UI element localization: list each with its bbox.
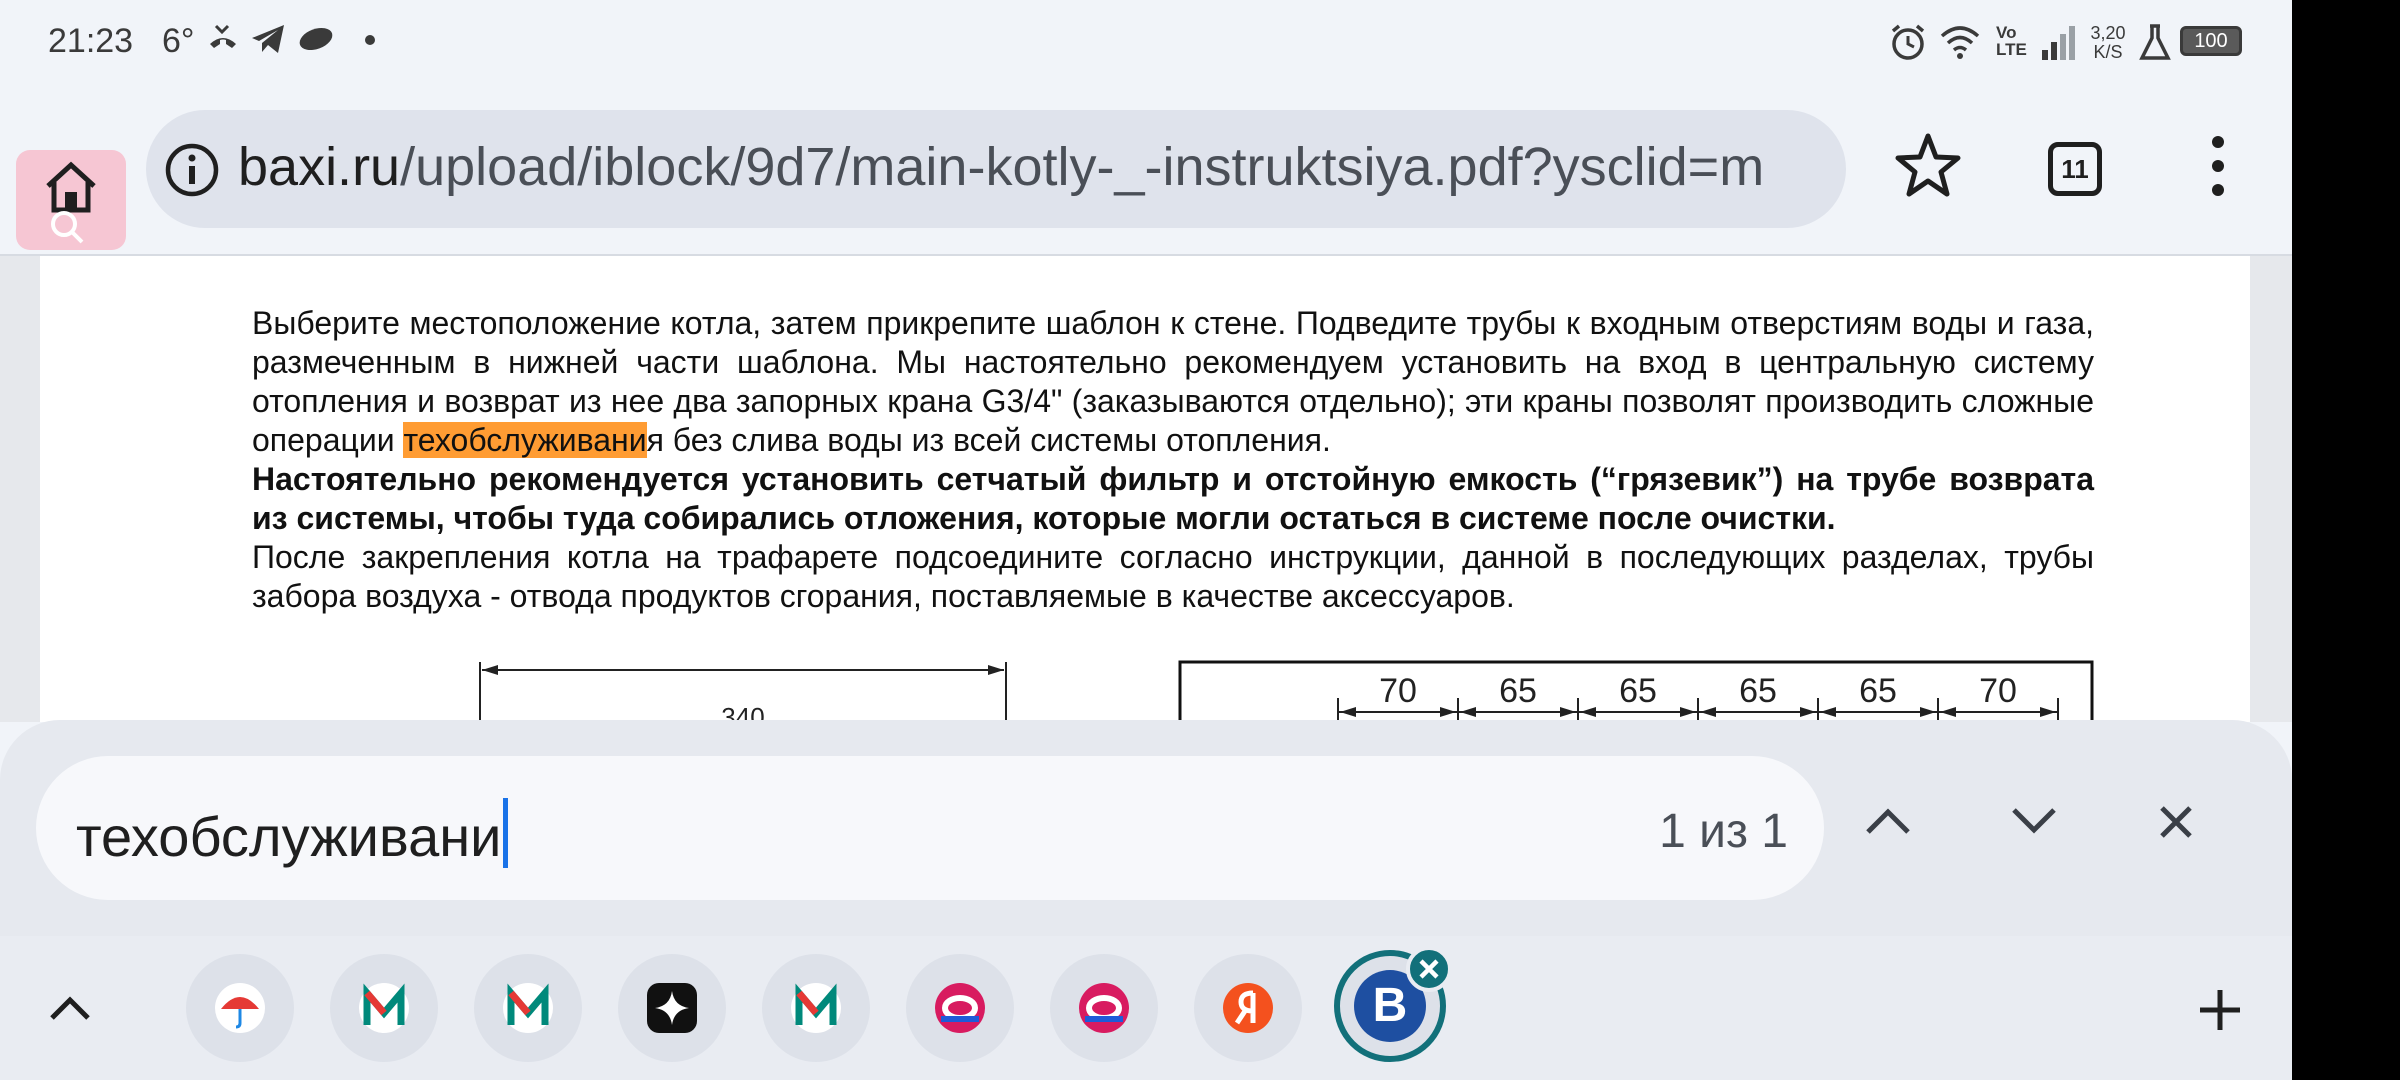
tab-icon-m-2[interactable] xyxy=(474,954,582,1062)
umbrella-icon xyxy=(221,997,259,1029)
find-input-field[interactable]: техобслуживани 1 из 1 xyxy=(36,756,1824,900)
phone-screen: 21:23 6° Vo LTE 3,20 K/S 100 baxi.ru/upl… xyxy=(0,0,2292,1080)
tab-icon-umbrella[interactable] xyxy=(186,954,294,1062)
dimension-label: 70 xyxy=(1379,672,1417,710)
dimension-arrow xyxy=(1580,707,1596,717)
browser-toolbar: baxi.ru/upload/iblock/9d7/main-kotly-_-i… xyxy=(0,86,2292,254)
pdf-text-block: Выберите местоположение котла, затем при… xyxy=(252,304,2094,616)
tab-icon-ring-2[interactable] xyxy=(1050,954,1158,1062)
pdf-page: Выберите местоположение котла, затем при… xyxy=(40,256,2250,722)
dimension-arrow xyxy=(2040,707,2056,717)
address-bar[interactable]: baxi.ru/upload/iblock/9d7/main-kotly-_-i… xyxy=(146,110,1846,228)
url-path: /upload/iblock/9d7/main-kotly-_-instrukt… xyxy=(400,137,1765,197)
network-speed: 3,20 K/S xyxy=(2090,23,2126,62)
battery-indicator: 100 xyxy=(2180,26,2242,56)
find-in-page-bar: техобслуживани 1 из 1 xyxy=(0,720,2292,936)
template-diagram-left: 340 xyxy=(479,662,1007,722)
signal-icon xyxy=(2042,26,2075,60)
dimension-label: 65 xyxy=(1739,672,1777,710)
dimension-label: 70 xyxy=(1979,672,2017,710)
m-logo-icon xyxy=(507,983,549,1025)
chevron-down-icon[interactable] xyxy=(2008,802,2060,838)
dimension-diagram-right: 70 65 65 65 65 70 xyxy=(1178,660,2094,722)
cloud-app-icon xyxy=(299,27,333,51)
pdf-paragraph-1: Выберите местоположение котла, затем при… xyxy=(252,305,2094,458)
ring-logo-icon xyxy=(1085,995,1123,1022)
find-query[interactable]: техобслуживани xyxy=(76,798,509,869)
status-bar: 21:23 6° Vo LTE 3,20 K/S 100 xyxy=(0,0,2292,86)
close-tab-button[interactable] xyxy=(1406,946,1452,992)
m-logo-icon xyxy=(795,983,837,1025)
tab-icon-ring-1[interactable] xyxy=(906,954,1014,1062)
alarm-icon xyxy=(1891,24,1925,60)
tab-icon-m-3[interactable] xyxy=(762,954,870,1062)
info-icon[interactable] xyxy=(164,142,220,198)
network-type: Vo LTE xyxy=(1996,23,2027,59)
m-logo-icon xyxy=(363,983,405,1025)
dimension-label: 65 xyxy=(1499,672,1537,710)
status-temperature: 6° xyxy=(162,22,195,60)
dimension-arrow xyxy=(1700,707,1716,717)
dimension-arrow xyxy=(1440,707,1456,717)
pdf-paragraph-3: После закрепления котла на трафарете под… xyxy=(252,539,2094,614)
tab-icon-sparkle[interactable] xyxy=(618,954,726,1062)
screen-edge xyxy=(2292,0,2400,1080)
search-icon xyxy=(51,211,84,244)
close-icon xyxy=(1419,959,1439,979)
add-tab-icon[interactable] xyxy=(2196,986,2244,1034)
dimension-arrow xyxy=(1800,707,1816,717)
sparkle-icon xyxy=(655,991,689,1025)
dimension-label: 65 xyxy=(1619,672,1657,710)
dimension-arrow xyxy=(1340,707,1356,717)
dimension-arrow xyxy=(1940,707,1956,717)
dimension-arrow xyxy=(1680,707,1696,717)
missed-call-icon xyxy=(210,24,236,48)
telegram-icon xyxy=(252,25,284,53)
more-menu-icon[interactable] xyxy=(2198,130,2238,202)
notification-dot-icon xyxy=(365,35,375,45)
dimension-arrow xyxy=(1820,707,1836,717)
chevron-up-icon[interactable] xyxy=(46,990,94,1026)
search-highlight: техобслуживани xyxy=(403,422,647,458)
ring-logo-icon xyxy=(941,995,979,1022)
yandex-logo-icon xyxy=(1234,990,1256,1025)
url-text[interactable]: baxi.ru/upload/iblock/9d7/main-kotly-_-i… xyxy=(238,136,1828,198)
tab-switcher-button[interactable]: 11 xyxy=(2048,142,2102,196)
pdf-paragraph-2: Настоятельно рекомендуется установить се… xyxy=(252,461,2094,536)
find-result-count: 1 из 1 xyxy=(1659,805,1788,858)
tab-icon-yandex[interactable] xyxy=(1194,954,1302,1062)
diagram-left-label: 340 xyxy=(721,702,764,722)
status-time: 21:23 xyxy=(48,22,134,60)
tab-strip: B xyxy=(0,936,2292,1080)
pdf-viewport[interactable]: Выберите местоположение котла, затем при… xyxy=(0,254,2292,722)
dimension-arrow xyxy=(1560,707,1576,717)
dimension-arrow xyxy=(1920,707,1936,717)
url-host: baxi.ru xyxy=(238,137,401,197)
chevron-up-icon[interactable] xyxy=(1862,802,1914,838)
tab-icon-m-1[interactable] xyxy=(330,954,438,1062)
close-icon[interactable] xyxy=(2154,800,2198,844)
lab-flask-icon xyxy=(2139,24,2171,60)
bookmark-star-icon[interactable] xyxy=(1892,130,1964,202)
text-caret xyxy=(503,798,509,868)
home-button[interactable] xyxy=(16,150,126,250)
dimension-label: 65 xyxy=(1859,672,1897,710)
dimension-arrow xyxy=(1460,707,1476,717)
wifi-icon xyxy=(1940,26,1980,59)
